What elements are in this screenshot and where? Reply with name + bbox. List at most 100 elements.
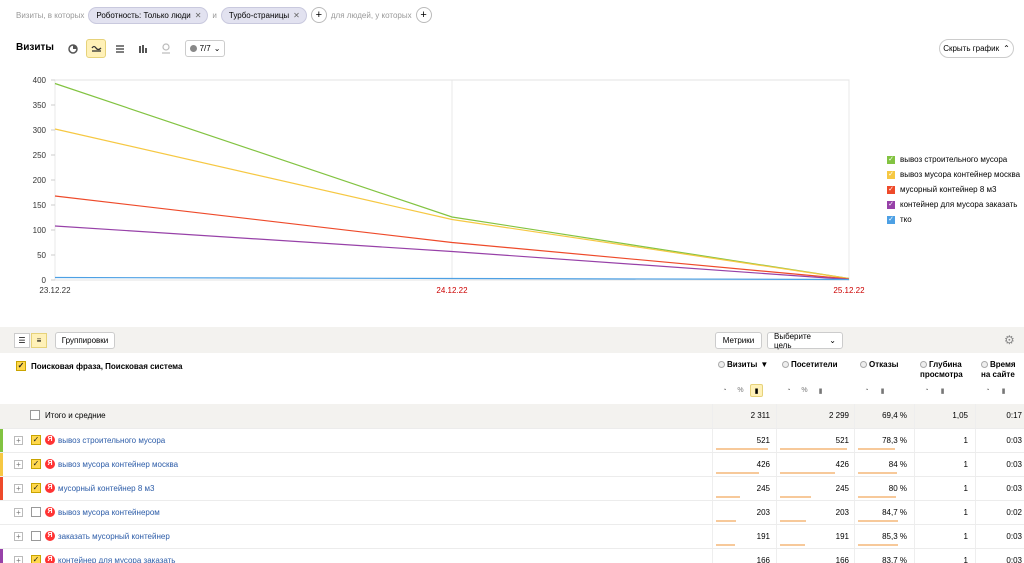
metric-info-icon[interactable] xyxy=(718,361,725,368)
share-bar xyxy=(858,496,896,498)
segment-joiner: и xyxy=(212,10,217,20)
percent-icon[interactable]: % xyxy=(798,384,811,397)
row-checkbox[interactable] xyxy=(30,410,40,420)
row-checkbox[interactable]: ✓ xyxy=(31,459,41,469)
legend-item[interactable]: ✓ вывоз строительного мусора xyxy=(887,152,1020,167)
metric-cell: 0:17 xyxy=(1006,411,1022,420)
y-tick-label: 100 xyxy=(33,226,47,235)
share-bar xyxy=(780,472,835,474)
line-chart-icon[interactable] xyxy=(86,39,106,58)
share-bar xyxy=(716,544,735,546)
add-user-condition-button[interactable]: + xyxy=(415,7,432,23)
y-tick-label: 50 xyxy=(37,251,46,260)
segment-chip-robotness[interactable]: Роботность: Только люди ✕ xyxy=(88,6,209,24)
map-icon[interactable] xyxy=(156,39,176,58)
hide-chart-button[interactable]: Скрыть график ⌃ xyxy=(939,39,1014,58)
area-chart-icon[interactable] xyxy=(110,39,130,58)
row-checkbox[interactable]: ✓ xyxy=(31,483,41,493)
legend-checkbox[interactable]: ✓ xyxy=(887,170,895,179)
row-checkbox[interactable] xyxy=(31,507,41,517)
bar-chart-icon[interactable]: ▮ xyxy=(814,384,827,397)
segment-chip-turbo[interactable]: Турбо-страницы ✕ xyxy=(220,6,307,24)
row-label-link[interactable]: вывоз строительного мусора xyxy=(58,436,165,445)
metric-cell: 203 xyxy=(756,508,770,517)
row-label-link[interactable]: заказать мусорный контейнер xyxy=(58,532,170,541)
row-label-link[interactable]: контейнер для мусора заказать xyxy=(58,556,175,563)
x-tick-label: 24.12.22 xyxy=(436,286,468,295)
legend-item[interactable]: ✓ мусорный контейнер 8 м3 xyxy=(887,182,1020,197)
dimension-header-label: Поисковая фраза, Поисковая система xyxy=(31,361,183,371)
goal-select[interactable]: Выберите цель ⌄ xyxy=(767,332,843,350)
pie-chart-icon[interactable]: ◔ xyxy=(860,384,873,397)
segment-trail-text: для людей, у которых xyxy=(330,10,412,20)
gear-icon[interactable]: ⚙ xyxy=(1004,333,1015,347)
remove-chip-icon[interactable]: ✕ xyxy=(293,11,300,20)
bar-chart-icon[interactable]: ▮ xyxy=(750,384,763,397)
row-checkbox[interactable]: ✓ xyxy=(31,555,41,563)
legend-label: мусорный контейнер 8 м3 xyxy=(900,185,997,194)
pie-chart-icon[interactable] xyxy=(63,39,83,58)
bar-chart-icon[interactable]: ▮ xyxy=(936,384,949,397)
share-bar xyxy=(858,520,898,522)
column-header-label: Глубина xyxy=(929,360,962,369)
expand-row-icon[interactable]: + xyxy=(14,484,23,493)
metric-cell: 69,4 % xyxy=(882,411,907,420)
metric-info-icon[interactable] xyxy=(920,361,927,368)
percent-icon[interactable]: % xyxy=(734,384,747,397)
bar-chart-icon[interactable] xyxy=(133,39,153,58)
column-separator xyxy=(975,501,976,525)
share-bar xyxy=(716,496,740,498)
column-header[interactable]: Глубина просмотра xyxy=(920,360,963,380)
expand-row-icon[interactable]: + xyxy=(14,556,23,563)
add-visit-condition-button[interactable]: + xyxy=(310,7,327,23)
bar-chart-icon[interactable]: ▮ xyxy=(876,384,889,397)
remove-chip-icon[interactable]: ✕ xyxy=(195,11,202,20)
expand-row-icon[interactable]: + xyxy=(14,508,23,517)
series-selector[interactable]: 7/7 ⌄ xyxy=(185,40,225,57)
dimension-header: ✓ Поисковая фраза, Поисковая система xyxy=(16,361,182,371)
metrics-button[interactable]: Метрики xyxy=(715,332,762,349)
column-separator xyxy=(914,477,915,501)
chevron-down-icon: ⌄ xyxy=(829,336,836,345)
share-bar xyxy=(780,496,811,498)
legend-item[interactable]: ✓ контейнер для мусора заказать xyxy=(887,197,1020,212)
row-checkbox[interactable] xyxy=(31,531,41,541)
row-label-link[interactable]: вывоз мусора контейнер москва xyxy=(58,460,178,469)
column-header[interactable]: Время на сайте xyxy=(981,360,1016,380)
pie-chart-icon[interactable]: ◔ xyxy=(920,384,933,397)
sort-desc-icon[interactable]: ▼ xyxy=(760,360,768,369)
metric-info-icon[interactable] xyxy=(782,361,789,368)
expand-row-icon[interactable]: + xyxy=(14,532,23,541)
metric-info-icon[interactable] xyxy=(860,361,867,368)
metric-cell: 166 xyxy=(756,556,770,563)
row-label-link[interactable]: вывоз мусора контейнером xyxy=(58,508,160,517)
groupings-button[interactable]: Группировки xyxy=(55,332,115,349)
segment-bar: Визиты, в которых Роботность: Только люд… xyxy=(0,0,1024,30)
bar-chart-icon[interactable]: ▮ xyxy=(997,384,1010,397)
column-header[interactable]: Визиты ▼ xyxy=(718,360,768,370)
tree-view-icon[interactable]: ≡ xyxy=(31,333,47,348)
column-separator xyxy=(776,404,777,428)
chart-header: Визиты 7/7 ⌄ Скрыть график ⌃ xyxy=(0,36,1024,60)
legend-item[interactable]: ✓ вывоз мусора контейнер москва xyxy=(887,167,1020,182)
expand-row-icon[interactable]: + xyxy=(14,460,23,469)
legend-checkbox[interactable]: ✓ xyxy=(887,200,895,209)
legend-checkbox[interactable]: ✓ xyxy=(887,185,895,194)
list-view-icon[interactable]: ☰ xyxy=(14,333,30,348)
metric-cell: 80 % xyxy=(888,484,907,493)
row-checkbox[interactable]: ✓ xyxy=(31,435,41,445)
column-header-label-line2: просмотра xyxy=(920,370,963,379)
column-separator xyxy=(712,477,713,501)
pie-chart-icon[interactable]: ◔ xyxy=(718,384,731,397)
pie-chart-icon[interactable]: ◔ xyxy=(981,384,994,397)
select-all-checkbox[interactable]: ✓ xyxy=(16,361,26,371)
row-label-link[interactable]: мусорный контейнер 8 м3 xyxy=(58,484,154,493)
legend-item[interactable]: ✓ тко xyxy=(887,212,1020,227)
pie-chart-icon[interactable]: ◔ xyxy=(782,384,795,397)
expand-row-icon[interactable]: + xyxy=(14,436,23,445)
column-header[interactable]: Отказы xyxy=(860,360,899,370)
legend-checkbox[interactable]: ✓ xyxy=(887,215,895,224)
metric-info-icon[interactable] xyxy=(981,361,988,368)
legend-checkbox[interactable]: ✓ xyxy=(887,155,895,164)
column-header[interactable]: Посетители xyxy=(782,360,838,370)
